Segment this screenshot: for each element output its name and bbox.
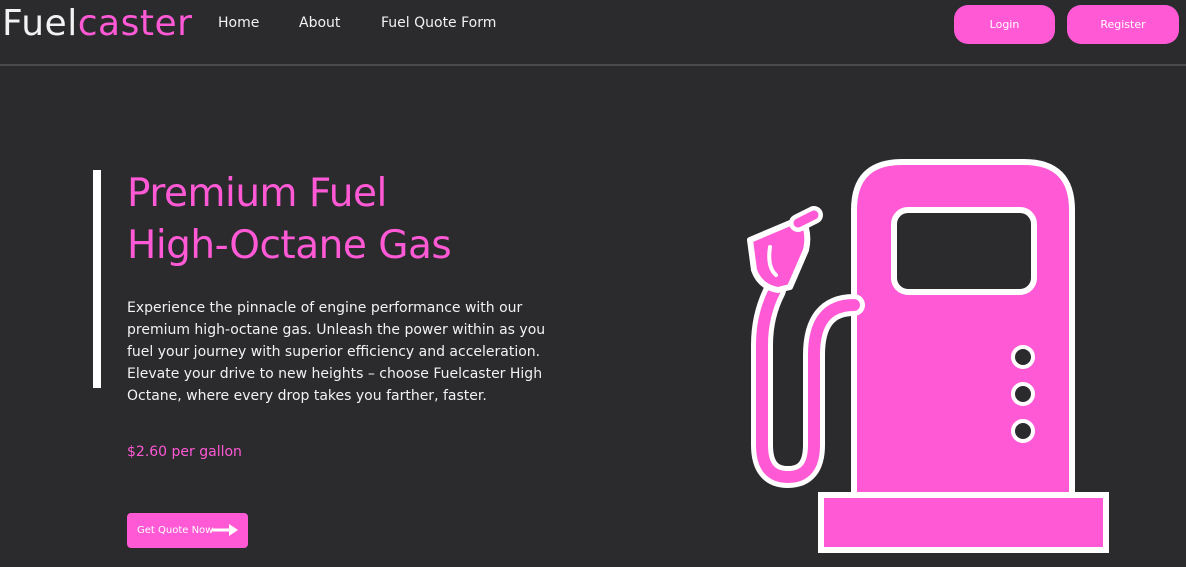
hero-title-line-2: High-Octane Gas	[127, 223, 452, 268]
login-button[interactable]: Login	[954, 5, 1055, 44]
brand-part-2: caster	[77, 3, 193, 44]
hero-accent-bar	[93, 170, 101, 388]
hero-title-line-1: Premium Fuel	[127, 171, 387, 216]
nav-home-link[interactable]: Home	[218, 15, 259, 31]
arrow-right-icon	[212, 524, 238, 536]
nav-about-link[interactable]: About	[299, 15, 340, 31]
hero-description: Experience the pinnacle of engine perfor…	[127, 300, 546, 404]
brand-logo[interactable]: Fuelcaster	[2, 4, 192, 44]
register-button[interactable]: Register	[1067, 5, 1179, 44]
navbar: Fuelcaster Home About Fuel Quote Form Lo…	[0, 0, 1186, 66]
fuel-pump-icon	[747, 159, 1109, 553]
nav-fuel-quote-form-link[interactable]: Fuel Quote Form	[381, 15, 496, 31]
get-quote-button[interactable]: Get Quote Now	[127, 513, 248, 548]
get-quote-label: Get Quote Now	[137, 525, 214, 536]
hero-title: Premium Fuel High-Octane Gas	[127, 168, 452, 272]
brand-part-1: Fuel	[2, 3, 78, 44]
price-label: $2.60 per gallon	[127, 444, 242, 460]
